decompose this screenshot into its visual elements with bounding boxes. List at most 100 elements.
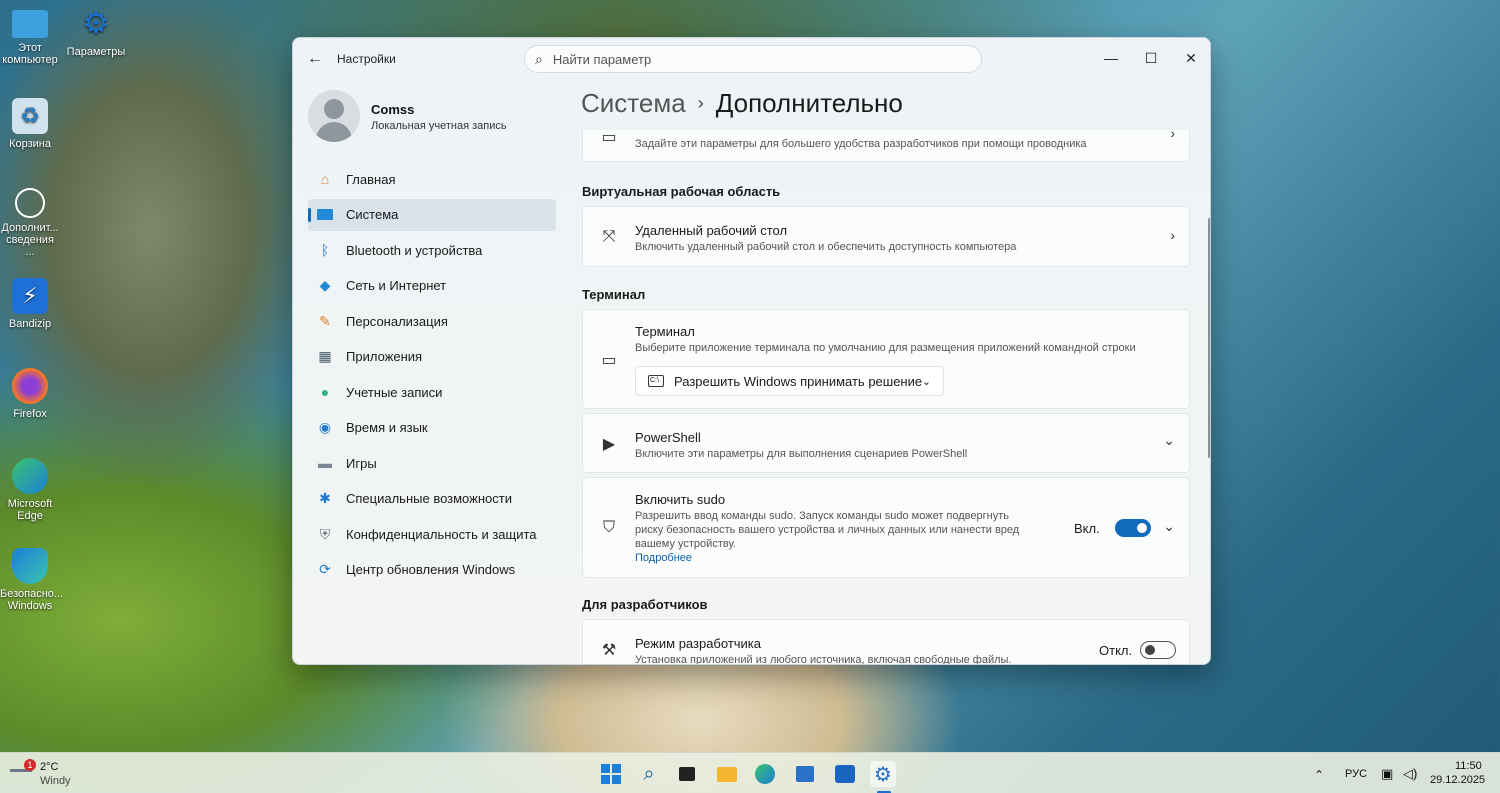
file-explorer-button[interactable] [714,761,740,787]
section-virtual-workspace: Виртуальная рабочая область [582,184,781,199]
developer-mode-state-label: Откл. [1099,643,1133,658]
search-input[interactable] [552,51,953,67]
account-type: Локальная учетная запись [371,120,507,132]
user-profile[interactable]: Comss Локальная учетная запись [308,90,558,144]
sudo-state-label: Вкл. [1074,521,1100,536]
learn-more-link[interactable]: Подробнее [635,552,692,564]
terminal-card: ▭ Терминал Выберите приложение терминала… [582,309,1190,409]
sidebar-item-accessibility[interactable]: ✱ Специальные возможности [308,483,556,515]
search-box[interactable]: ⌕ [524,45,982,73]
avatar [308,90,360,142]
section-terminal: Терминал [582,287,646,302]
remote-desktop-card[interactable]: ⤧ Удаленный рабочий стол Включить удален… [582,206,1190,267]
desktop-icon-info[interactable]: Дополнит... сведения ... [0,188,60,258]
bluetooth-icon: ᛒ [320,242,330,258]
developer-mode-toggle[interactable] [1140,641,1176,659]
search-icon: ⌕ [643,762,655,785]
file-explorer-icon [717,766,737,782]
info-circle-icon [15,188,45,218]
sidebar-nav: ⌂ Главная Система ᛒ Bluetooth и устройст… [308,163,556,589]
bandizip-icon: ⚡ [12,278,48,314]
edge-icon [12,458,48,494]
settings-taskbar-button[interactable]: ⚙ [870,761,896,787]
chevron-right-icon: › [1170,130,1175,141]
notification-badge: 1 [24,759,36,771]
settings-content: ▭ Задайте эти параметры для большего удо… [582,130,1191,664]
outlook-button[interactable] [832,761,858,787]
task-view-icon [679,767,695,781]
breadcrumb-parent[interactable]: Система [581,88,686,118]
terminal-app-icon: C:\ [648,375,664,387]
chevron-down-icon[interactable]: ⌄ [1163,432,1175,449]
sidebar-item-time-language[interactable]: ◉ Время и язык [308,412,556,444]
folder-icon: ▭ [601,130,617,146]
taskbar: 1 2°C Windy ⌕ ⚙ ⌃ РУС ▣ ◁) 11:50 29.12.2… [0,752,1500,793]
home-icon: ⌂ [320,171,330,187]
desktop-icon-edge[interactable]: Microsoft Edge [0,458,60,522]
store-button[interactable] [792,761,818,787]
sidebar-item-network[interactable]: ◆ Сеть и Интернет [308,270,556,302]
desktop-icon-recycle-bin[interactable]: ♻ Корзина [0,98,60,150]
start-button[interactable] [598,761,624,787]
gamepad-icon: ▬ [318,455,332,471]
terminal-icon: ▭ [601,352,617,369]
sudo-card: ⛉ Включить sudo Разрешить ввод команды s… [582,477,1190,578]
desktop-icon-this-pc[interactable]: Этот компьютер [0,6,60,66]
tray-overflow-icon[interactable]: ⌃ [1314,768,1324,782]
globe-clock-icon: ◉ [318,419,332,435]
sidebar-item-home[interactable]: ⌂ Главная [308,163,556,195]
sidebar-item-gaming[interactable]: ▬ Игры [308,447,556,479]
settings-gear-icon: ⚙ [874,763,892,786]
developer-mode-card: ⚒ Режим разработчика Установка приложени… [582,619,1190,664]
chevron-right-icon: › [1170,227,1175,243]
volume-icon[interactable]: ◁) [1403,766,1417,782]
recycle-bin-icon: ♻ [12,98,48,134]
powershell-icon: ▶ [602,436,616,453]
desktop-icon-settings[interactable]: ⚙ Параметры [66,6,126,59]
sidebar-item-bluetooth[interactable]: ᛒ Bluetooth и устройства [308,234,556,266]
store-icon [796,766,814,782]
shield-icon: ⛨ [319,525,331,542]
network-icon[interactable]: ▣ [1381,766,1393,782]
desktop-icon-security[interactable]: Безопасно... Windows [0,548,63,612]
sidebar-item-apps[interactable]: ▦ Приложения [308,341,556,373]
task-view-button[interactable] [674,761,700,787]
clock-time[interactable]: 11:50 [1455,760,1482,772]
sidebar-item-accounts[interactable]: ● Учетные записи [308,376,556,408]
weather-temp: 2°C [40,761,59,773]
sidebar-item-personalization[interactable]: ✎ Персонализация [308,305,556,337]
desktop-icon-firefox[interactable]: Firefox [0,368,60,420]
sidebar-item-system[interactable]: Система [308,198,556,231]
edge-taskbar-button[interactable] [752,761,778,787]
search-icon: ⌕ [535,50,543,67]
terminal-dropdown[interactable]: C:\ Разрешить Windows принимать решение … [635,366,944,396]
scrollbar[interactable] [1208,218,1210,458]
security-shield-icon [12,548,48,584]
input-language[interactable]: РУС [1345,768,1367,780]
start-icon [601,764,621,784]
title-bar: ← Настройки ⌕ — ☐ ✕ [293,38,1210,80]
sidebar-item-windows-update[interactable]: ⟳ Центр обновления Windows [308,554,556,586]
app-title: Настройки [337,52,396,66]
update-icon: ⟳ [319,561,331,577]
paintbrush-icon: ✎ [319,312,331,329]
page-title: Дополнительно [715,88,903,118]
clock-date[interactable]: 29.12.2025 [1430,774,1485,786]
close-button[interactable]: ✕ [1168,44,1210,72]
settings-gear-icon: ⚙ [82,7,110,40]
desktop-icon-bandizip[interactable]: ⚡ Bandizip [0,278,60,330]
chevron-down-icon[interactable]: ⌄ [1163,518,1175,535]
edge-icon [755,764,775,784]
user-name: Comss [371,102,415,117]
developer-tools-icon: ⚒ [601,642,617,659]
taskbar-search-button[interactable]: ⌕ [636,761,662,787]
sidebar-item-privacy[interactable]: ⛨ Конфиденциальность и защита [308,518,556,550]
shield-outline-icon: ⛉ [602,519,615,536]
sudo-toggle[interactable] [1115,519,1151,537]
file-explorer-card[interactable]: ▭ Задайте эти параметры для большего удо… [582,130,1190,162]
powershell-card[interactable]: ▶ PowerShell Включите эти параметры для … [582,413,1190,473]
back-arrow-icon[interactable]: ← [307,50,323,68]
chevron-down-icon: ⌄ [921,375,931,388]
monitor-icon [12,10,48,38]
remote-desktop-icon: ⤧ [602,228,616,245]
